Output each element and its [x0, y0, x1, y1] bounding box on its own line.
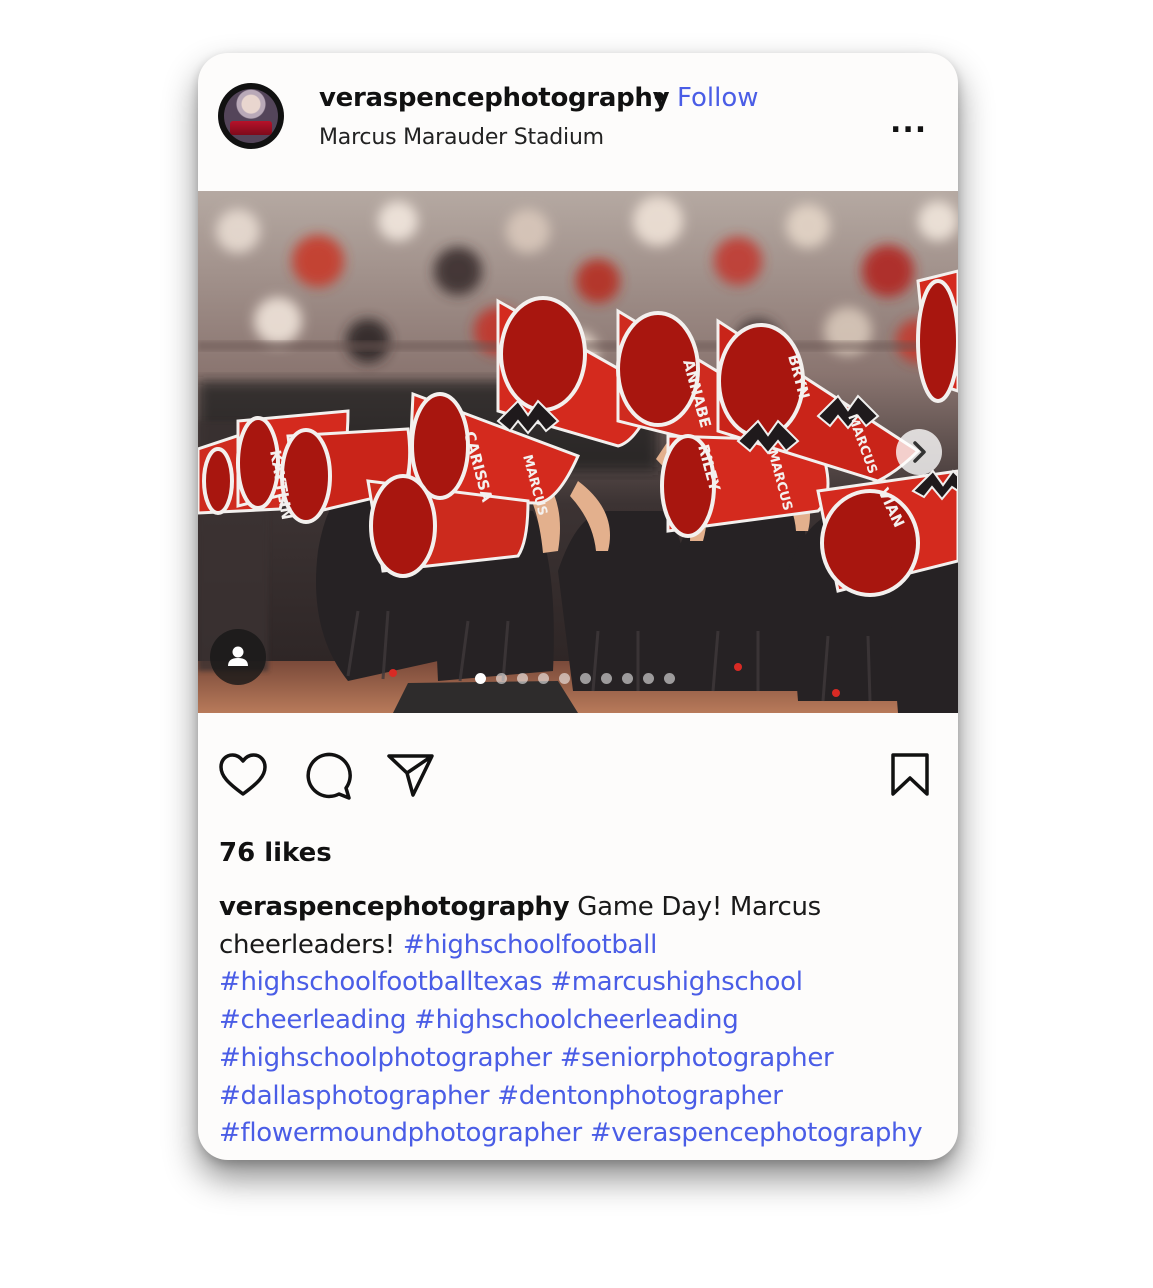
carousel-dot — [517, 673, 528, 684]
post-header: veraspencephotography • Follow Marcus Ma… — [198, 53, 958, 191]
carousel-dot — [622, 673, 633, 684]
hashtag[interactable]: #cheerleading — [219, 1005, 407, 1035]
hashtag[interactable]: #dentonphotographer — [497, 1081, 783, 1111]
hashtag[interactable]: #highschoolfootball — [403, 930, 657, 960]
hashtag[interactable]: #marcushighschool — [550, 967, 803, 997]
more-options-button[interactable]: ... — [890, 105, 927, 140]
carousel-dot — [601, 673, 612, 684]
avatar[interactable] — [218, 83, 284, 149]
post-caption: veraspencephotography Game Day! Marcus c… — [219, 889, 939, 1153]
carousel-dot — [538, 673, 549, 684]
separator-dot: • — [651, 83, 668, 113]
person-icon — [228, 646, 248, 666]
action-bar — [198, 713, 958, 803]
caption-text-2: cheerleaders! — [219, 929, 403, 960]
hashtag[interactable]: #highschoolcheerleading — [414, 1005, 739, 1035]
avatar-badge — [230, 121, 272, 135]
carousel-dot — [580, 673, 591, 684]
bookmark-icon[interactable] — [888, 751, 932, 799]
caption-text-1: Game Day! Marcus — [577, 892, 821, 922]
carousel-dot — [559, 673, 570, 684]
hashtag[interactable]: #highschoolfootballtexas — [219, 967, 543, 997]
likes-count[interactable]: 76 likes — [219, 838, 332, 868]
caption-username[interactable]: veraspencephotography — [219, 892, 570, 922]
next-photo-button[interactable] — [896, 429, 942, 475]
comment-icon[interactable] — [303, 750, 353, 802]
carousel-dot — [475, 673, 486, 684]
share-icon[interactable] — [386, 751, 436, 801]
carousel-dot — [664, 673, 675, 684]
hashtag[interactable]: #veraspencephotography — [590, 1118, 923, 1148]
username-link[interactable]: veraspencephotography — [319, 83, 670, 113]
hashtag[interactable]: #dallasphotographer — [219, 1081, 490, 1111]
chevron-right-icon — [913, 441, 926, 463]
heart-icon[interactable] — [218, 751, 268, 801]
hashtag[interactable]: #flowermoundphotographer — [219, 1118, 582, 1148]
follow-button[interactable]: Follow — [677, 83, 759, 113]
cheerleaders-photo: KAYTLIN CARISSA ANNABE RILEY BRYN VIAN M… — [198, 191, 958, 713]
carousel-dot — [643, 673, 654, 684]
post-photo[interactable]: KAYTLIN CARISSA ANNABE RILEY BRYN VIAN M… — [198, 191, 958, 713]
post-card: veraspencephotography • Follow Marcus Ma… — [198, 53, 958, 1160]
location-link[interactable]: Marcus Marauder Stadium — [319, 125, 604, 150]
carousel-indicator — [475, 669, 685, 684]
hashtag[interactable]: #seniorphotographer — [560, 1043, 834, 1073]
tagged-people-button[interactable] — [210, 629, 266, 685]
hashtag[interactable]: #highschoolphotographer — [219, 1043, 552, 1073]
carousel-dot — [496, 673, 507, 684]
